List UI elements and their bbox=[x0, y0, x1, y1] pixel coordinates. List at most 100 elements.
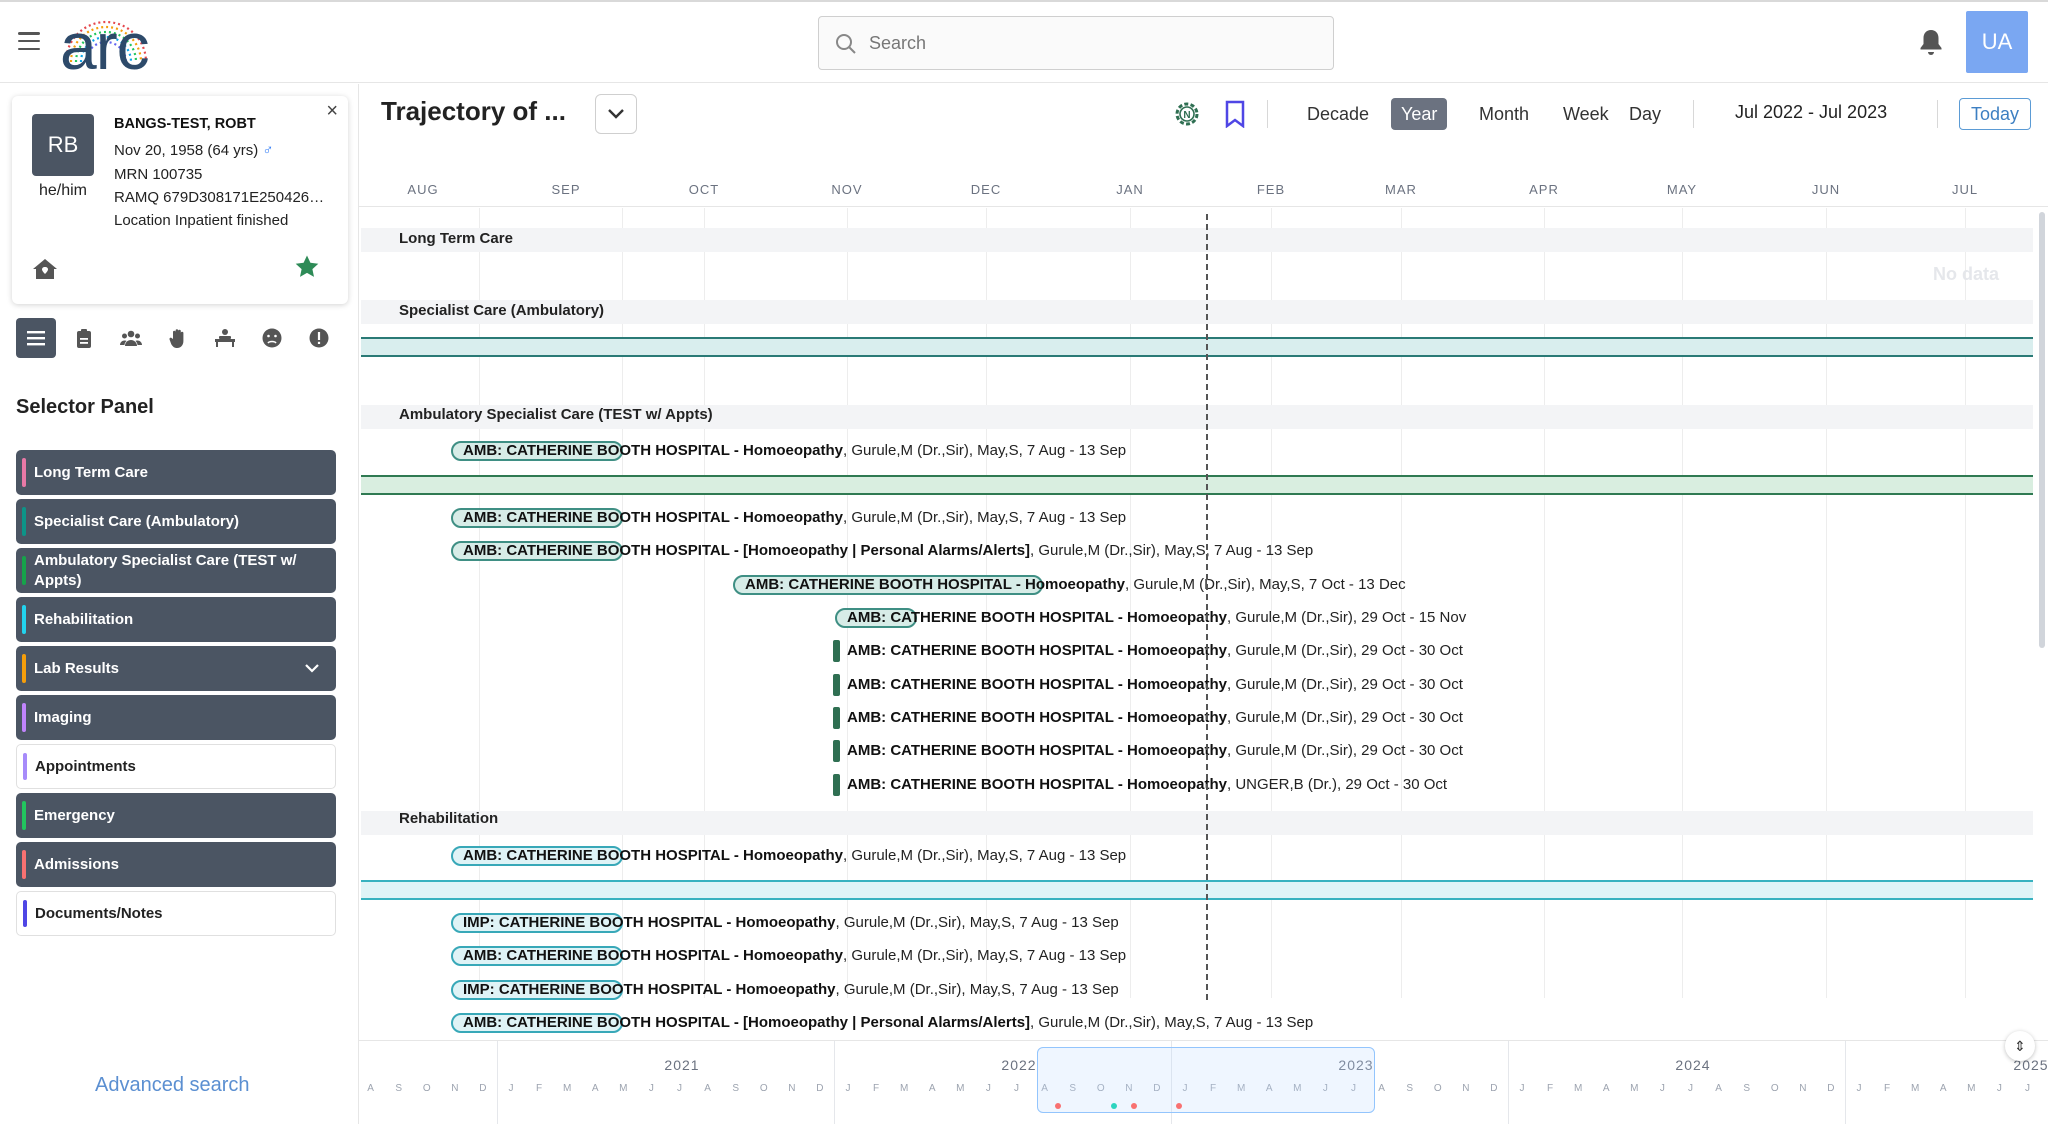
selector-color-bar bbox=[22, 507, 26, 536]
timeline-event[interactable]: AMB: CATHERINE BOOTH HOSPITAL - [Homoeop… bbox=[451, 540, 1313, 562]
selector-panel-title: Selector Panel bbox=[16, 396, 154, 418]
timeline-event[interactable]: AMB: CATHERINE BOOTH HOSPITAL - Homoeopa… bbox=[833, 640, 1463, 662]
toolbar-divider bbox=[1267, 100, 1268, 128]
timeline-event[interactable]: AMB: CATHERINE BOOTH HOSPITAL - Homoeopa… bbox=[833, 774, 1448, 796]
selector-item[interactable]: Appointments bbox=[16, 744, 336, 789]
selector-item[interactable]: Rehabilitation bbox=[16, 597, 336, 642]
event-text: AMB: CATHERINE BOOTH HOSPITAL - Homoeopa… bbox=[451, 847, 1126, 864]
timeline-event[interactable]: AMB: CATHERINE BOOTH HOSPITAL - Homoeopa… bbox=[835, 607, 1466, 629]
timeline-event[interactable]: IMP: CATHERINE BOOTH HOSPITAL - Homoeopa… bbox=[451, 979, 1119, 1001]
event-text: AMB: CATHERINE BOOTH HOSPITAL - Homoeopa… bbox=[835, 642, 1463, 659]
close-icon[interactable]: × bbox=[326, 100, 338, 123]
bookmark-icon[interactable] bbox=[1223, 100, 1247, 128]
overview-month-label: M bbox=[1967, 1083, 1976, 1094]
bell-icon[interactable] bbox=[1918, 28, 1944, 56]
event-text: AMB: CATHERINE BOOTH HOSPITAL - Homoeopa… bbox=[451, 509, 1126, 526]
overview-month-label: D bbox=[816, 1083, 824, 1094]
overview-month-label: A bbox=[1378, 1083, 1385, 1094]
group-label-long-term-care: Long Term Care bbox=[399, 230, 513, 247]
list-view-button[interactable] bbox=[16, 318, 56, 358]
patient-pronouns: he/him bbox=[38, 182, 88, 199]
selector-item[interactable]: Long Term Care bbox=[16, 450, 336, 495]
zoom-year-button[interactable]: Year bbox=[1391, 98, 1448, 130]
alert-button[interactable] bbox=[299, 318, 339, 358]
gear-icon[interactable]: N bbox=[1173, 100, 1201, 128]
timeline-event[interactable]: AMB: CATHERINE BOOTH HOSPITAL - Homoeopa… bbox=[833, 707, 1463, 729]
overview-month-label: M bbox=[562, 1083, 572, 1094]
date-range-label[interactable]: Jul 2022 - Jul 2023 bbox=[1735, 102, 1887, 123]
patient-card: RB he/him BANGS-TEST, ROBT Nov 20, 1958 … bbox=[12, 96, 348, 304]
timeline-event[interactable]: AMB: CATHERINE BOOTH HOSPITAL - Homoeopa… bbox=[833, 740, 1463, 762]
selector-color-bar bbox=[22, 703, 26, 732]
selector-color-bar bbox=[23, 900, 27, 927]
event-title: AMB: CATHERINE BOOTH HOSPITAL - [Homoeop… bbox=[463, 542, 1031, 559]
event-text: AMB: CATHERINE BOOTH HOSPITAL - Homoeopa… bbox=[451, 442, 1126, 459]
user-avatar[interactable]: UA bbox=[1966, 11, 2028, 73]
group-row-long-term-care bbox=[361, 228, 2033, 252]
selector-item[interactable]: Emergency bbox=[16, 793, 336, 838]
selector-item[interactable]: Admissions bbox=[16, 842, 336, 887]
people-button[interactable] bbox=[111, 318, 151, 358]
title-dropdown-button[interactable] bbox=[595, 94, 637, 134]
event-detail: , Gurule,M (Dr.,Sir), 29 Oct - 30 Oct bbox=[1227, 642, 1463, 659]
event-text: AMB: CATHERINE BOOTH HOSPITAL - Homoeopa… bbox=[733, 576, 1406, 593]
menu-icon[interactable] bbox=[18, 32, 40, 50]
overview-month-label: N bbox=[451, 1083, 459, 1094]
zoom-week-button[interactable]: Week bbox=[1553, 98, 1619, 130]
overview-month-label: A bbox=[1939, 1083, 1947, 1094]
home-icon[interactable] bbox=[32, 258, 58, 280]
event-detail: , Gurule,M (Dr.,Sir), May,S, 7 Aug - 13 … bbox=[1030, 542, 1314, 559]
month-tick-label: OCT bbox=[688, 182, 720, 197]
advanced-search-link[interactable]: Advanced search bbox=[95, 1074, 250, 1097]
overview-month-label: S bbox=[1406, 1083, 1413, 1094]
search-box[interactable] bbox=[818, 16, 1334, 70]
overview-month-label: J bbox=[648, 1083, 654, 1094]
chevron-down-icon[interactable] bbox=[304, 660, 320, 676]
clipboard-button[interactable] bbox=[64, 318, 104, 358]
resize-handle-icon[interactable]: ⇕ bbox=[2005, 1031, 2035, 1061]
selector-item[interactable]: Imaging bbox=[16, 695, 336, 740]
overview-event-dot bbox=[1111, 1103, 1117, 1109]
timeline-event[interactable]: IMP: CATHERINE BOOTH HOSPITAL - Homoeopa… bbox=[451, 912, 1119, 934]
bed-button[interactable] bbox=[205, 318, 245, 358]
search-input[interactable] bbox=[869, 29, 1309, 57]
timeline-event[interactable]: AMB: CATHERINE BOOTH HOSPITAL - Homoeopa… bbox=[451, 507, 1126, 529]
timeline-event[interactable]: AMB: CATHERINE BOOTH HOSPITAL - Homoeopa… bbox=[451, 945, 1126, 967]
event-detail: , UNGER,B (Dr.), 29 Oct - 30 Oct bbox=[1227, 776, 1448, 793]
event-detail: , Gurule,M (Dr.,Sir), May,S, 7 Aug - 13 … bbox=[835, 981, 1119, 998]
selector-item-label: Documents/Notes bbox=[35, 904, 163, 922]
zoom-decade-button[interactable]: Decade bbox=[1297, 98, 1379, 130]
today-button[interactable]: Today bbox=[1959, 98, 2031, 130]
overview-event-dot bbox=[1055, 1103, 1061, 1109]
mood-button[interactable] bbox=[252, 318, 292, 358]
overview-month-label: A bbox=[1715, 1083, 1722, 1094]
event-title: AMB: CATHERINE BOOTH HOSPITAL - Homoeopa… bbox=[463, 847, 843, 864]
hand-button[interactable] bbox=[158, 318, 198, 358]
vertical-scrollbar[interactable] bbox=[2039, 212, 2045, 648]
timeline-event[interactable]: AMB: CATHERINE BOOTH HOSPITAL - Homoeopa… bbox=[733, 574, 1406, 596]
timeline-event[interactable]: AMB: CATHERINE BOOTH HOSPITAL - Homoeopa… bbox=[833, 674, 1463, 696]
selector-item[interactable]: Ambulatory Specialist Care (TEST w/ Appt… bbox=[16, 548, 336, 593]
selector-item[interactable]: Lab Results bbox=[16, 646, 336, 691]
selector-item-label: Admissions bbox=[34, 855, 120, 873]
star-icon[interactable] bbox=[294, 254, 320, 280]
overview-year-label: 2024 bbox=[1675, 1057, 1711, 1073]
timeline-event[interactable]: AMB: CATHERINE BOOTH HOSPITAL - Homoeopa… bbox=[451, 440, 1126, 462]
overview-window[interactable] bbox=[1037, 1047, 1375, 1113]
page-title: Trajectory of ... bbox=[381, 96, 566, 126]
view-selector-row bbox=[16, 318, 336, 358]
overview-month-label: F bbox=[1884, 1083, 1891, 1094]
month-tick-label: SEP bbox=[551, 182, 581, 197]
timeline-event[interactable]: AMB: CATHERINE BOOTH HOSPITAL - Homoeopa… bbox=[451, 845, 1126, 867]
timeline-event[interactable]: AMB: CATHERINE BOOTH HOSPITAL - [Homoeop… bbox=[451, 1012, 1313, 1034]
overview-month-label: S bbox=[395, 1083, 402, 1094]
zoom-month-button[interactable]: Month bbox=[1469, 98, 1539, 130]
selector-item[interactable]: Documents/Notes bbox=[16, 891, 336, 936]
selector-item[interactable]: Specialist Care (Ambulatory) bbox=[16, 499, 336, 544]
event-detail: , Gurule,M (Dr.,Sir), May,S, 7 Aug - 13 … bbox=[843, 442, 1127, 459]
event-text: AMB: CATHERINE BOOTH HOSPITAL - [Homoeop… bbox=[451, 1014, 1313, 1031]
event-text: AMB: CATHERINE BOOTH HOSPITAL - [Homoeop… bbox=[451, 542, 1313, 559]
zoom-day-button[interactable]: Day bbox=[1619, 98, 1671, 130]
group-label-ambulatory-test: Ambulatory Specialist Care (TEST w/ Appt… bbox=[399, 406, 713, 423]
event-detail: , Gurule,M (Dr.,Sir), May,S, 7 Aug - 13 … bbox=[843, 947, 1127, 964]
